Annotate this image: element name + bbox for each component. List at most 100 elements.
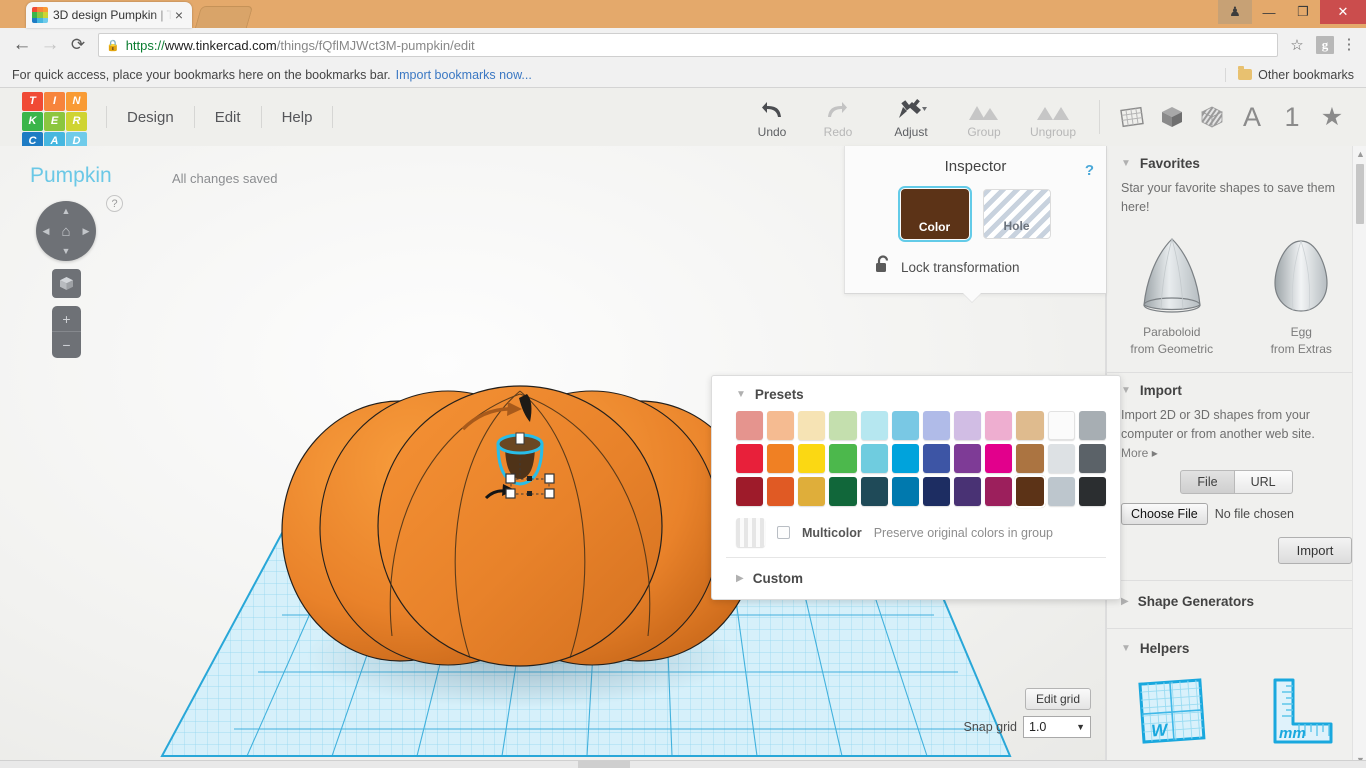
workplane-grid-icon[interactable] [1116, 101, 1148, 133]
color-swatch[interactable] [1048, 411, 1075, 440]
menu-design[interactable]: Design [106, 106, 195, 128]
color-swatch[interactable] [954, 411, 981, 440]
close-icon[interactable]: ✕ [1320, 0, 1366, 24]
color-swatch[interactable] [923, 444, 950, 473]
google-account-icon[interactable]: g [1316, 36, 1334, 54]
color-swatch[interactable] [892, 477, 919, 506]
color-swatch[interactable] [861, 411, 888, 440]
menu-help[interactable]: Help [262, 106, 334, 128]
other-bookmarks-folder[interactable]: Other bookmarks [1225, 68, 1354, 82]
color-swatch[interactable] [985, 411, 1012, 440]
color-swatch[interactable] [829, 444, 856, 473]
color-swatch[interactable] [736, 444, 763, 473]
color-swatch[interactable] [798, 411, 825, 440]
help-icon[interactable]: ? [106, 195, 123, 212]
view-down-icon[interactable]: ▼ [62, 246, 71, 256]
color-swatch[interactable] [861, 477, 888, 506]
text-a-icon[interactable]: A [1236, 101, 1268, 133]
color-swatch[interactable] [923, 411, 950, 440]
hole-cube-icon[interactable] [1196, 101, 1228, 133]
import-section-header[interactable]: ▼ Import [1107, 373, 1366, 406]
browser-tab[interactable]: 3D design Pumpkin | Tin × [26, 2, 192, 28]
color-swatch[interactable] [923, 477, 950, 506]
view-dpad[interactable]: ▲ ◀ ⌂ ▶ ▼ [36, 201, 96, 261]
view-left-icon[interactable]: ◀ [43, 226, 50, 237]
user-profile-icon[interactable]: ♟ [1218, 0, 1252, 24]
inspector-help-icon[interactable]: ? [1085, 162, 1094, 179]
reload-icon[interactable]: ⟳ [64, 31, 92, 59]
tinkercad-logo[interactable]: TINKERCAD [22, 92, 84, 151]
color-swatch[interactable] [798, 444, 825, 473]
color-swatch[interactable] [798, 477, 825, 506]
zoom-out-button[interactable]: − [52, 332, 81, 358]
color-swatch[interactable] [767, 444, 794, 473]
color-swatch[interactable] [861, 444, 888, 473]
import-more-link[interactable]: More ▸ [1107, 444, 1366, 460]
color-swatch[interactable] [1079, 411, 1106, 440]
import-button[interactable]: Import [1278, 537, 1352, 564]
helper-item-ruler[interactable]: mm Ruler [1237, 672, 1366, 768]
color-swatch[interactable] [829, 411, 856, 440]
favorites-section-header[interactable]: ▼ Favorites [1107, 146, 1366, 179]
solid-cube-icon[interactable] [1156, 101, 1188, 133]
import-bookmarks-link[interactable]: Import bookmarks now... [396, 68, 532, 82]
shape-item-egg[interactable]: Egg from Extras [1237, 231, 1366, 358]
color-swatch[interactable] [1016, 477, 1043, 506]
color-swatch[interactable] [736, 477, 763, 506]
tab-close-icon[interactable]: × [172, 8, 186, 22]
new-tab-button[interactable] [195, 6, 253, 28]
helpers-section-header[interactable]: ▼ Helpers [1107, 629, 1366, 664]
number-1-icon[interactable]: 1 [1276, 101, 1308, 133]
helper-item-workplane[interactable]: W Workplane [1107, 672, 1237, 768]
fit-to-view-icon[interactable] [52, 269, 81, 298]
color-swatch[interactable] [736, 411, 763, 440]
scrollbar-thumb[interactable] [1356, 164, 1364, 224]
view-right-icon[interactable]: ▶ [83, 226, 90, 237]
scroll-up-icon[interactable]: ▲ [1356, 149, 1365, 159]
sidebar-scrollbar[interactable]: ▲ ▼ [1352, 146, 1366, 768]
browser-menu-icon[interactable]: ⋮ [1340, 39, 1358, 51]
edit-grid-button[interactable]: Edit grid [1025, 688, 1091, 710]
undo-button[interactable]: Undo [739, 96, 805, 139]
tab-url[interactable]: URL [1235, 470, 1293, 494]
home-icon[interactable]: ⌂ [61, 223, 70, 240]
color-swatch[interactable] [892, 411, 919, 440]
custom-section-header[interactable]: ▶ Custom [712, 558, 1120, 599]
color-swatch[interactable] [954, 477, 981, 506]
color-swatch[interactable] [1079, 477, 1106, 506]
color-swatch[interactable] [1079, 444, 1106, 473]
back-icon[interactable]: ← [8, 31, 36, 59]
view-up-icon[interactable]: ▲ [62, 206, 71, 216]
tab-file[interactable]: File [1180, 470, 1234, 494]
star-icon[interactable]: ★ [1316, 101, 1348, 133]
restore-icon[interactable]: ❐ [1286, 0, 1320, 24]
color-swatch[interactable] [892, 444, 919, 473]
color-swatch[interactable] [767, 477, 794, 506]
minimize-icon[interactable]: — [1252, 0, 1286, 24]
hole-swatch-button[interactable]: Hole [983, 189, 1051, 239]
bookmark-star-icon[interactable]: ☆ [1284, 36, 1310, 54]
shape-item-paraboloid[interactable]: Paraboloid from Geometric [1107, 231, 1237, 358]
multicolor-checkbox[interactable] [777, 526, 790, 539]
color-swatch[interactable] [1048, 444, 1075, 473]
adjust-button[interactable]: Adjust [871, 96, 951, 139]
color-swatch[interactable] [829, 477, 856, 506]
color-swatch[interactable] [985, 444, 1012, 473]
menu-edit[interactable]: Edit [195, 106, 262, 128]
zoom-in-button[interactable]: + [52, 306, 81, 332]
color-swatch[interactable] [954, 444, 981, 473]
color-swatch[interactable] [1016, 411, 1043, 440]
choose-file-button[interactable]: Choose File [1121, 503, 1208, 525]
taskbar-item[interactable] [578, 761, 630, 768]
lock-transformation-row[interactable]: Lock transformation [875, 255, 1106, 279]
multicolor-row[interactable]: Multicolor Preserve original colors in g… [712, 510, 1120, 557]
color-swatch-button[interactable]: Color [901, 189, 969, 239]
color-swatch[interactable] [1016, 444, 1043, 473]
presets-section-header[interactable]: ▼ Presets [712, 376, 1120, 411]
snap-grid-select[interactable]: 1.0 ▼ [1023, 716, 1091, 738]
multicolor-swatch[interactable] [736, 518, 765, 547]
shape-generators-section-header[interactable]: ▶ Shape Generators [1107, 581, 1366, 622]
color-swatch[interactable] [985, 477, 1012, 506]
address-bar[interactable]: 🔒 https:// www.tinkercad.com /things/fQf… [98, 33, 1278, 57]
color-swatch[interactable] [1048, 477, 1075, 506]
